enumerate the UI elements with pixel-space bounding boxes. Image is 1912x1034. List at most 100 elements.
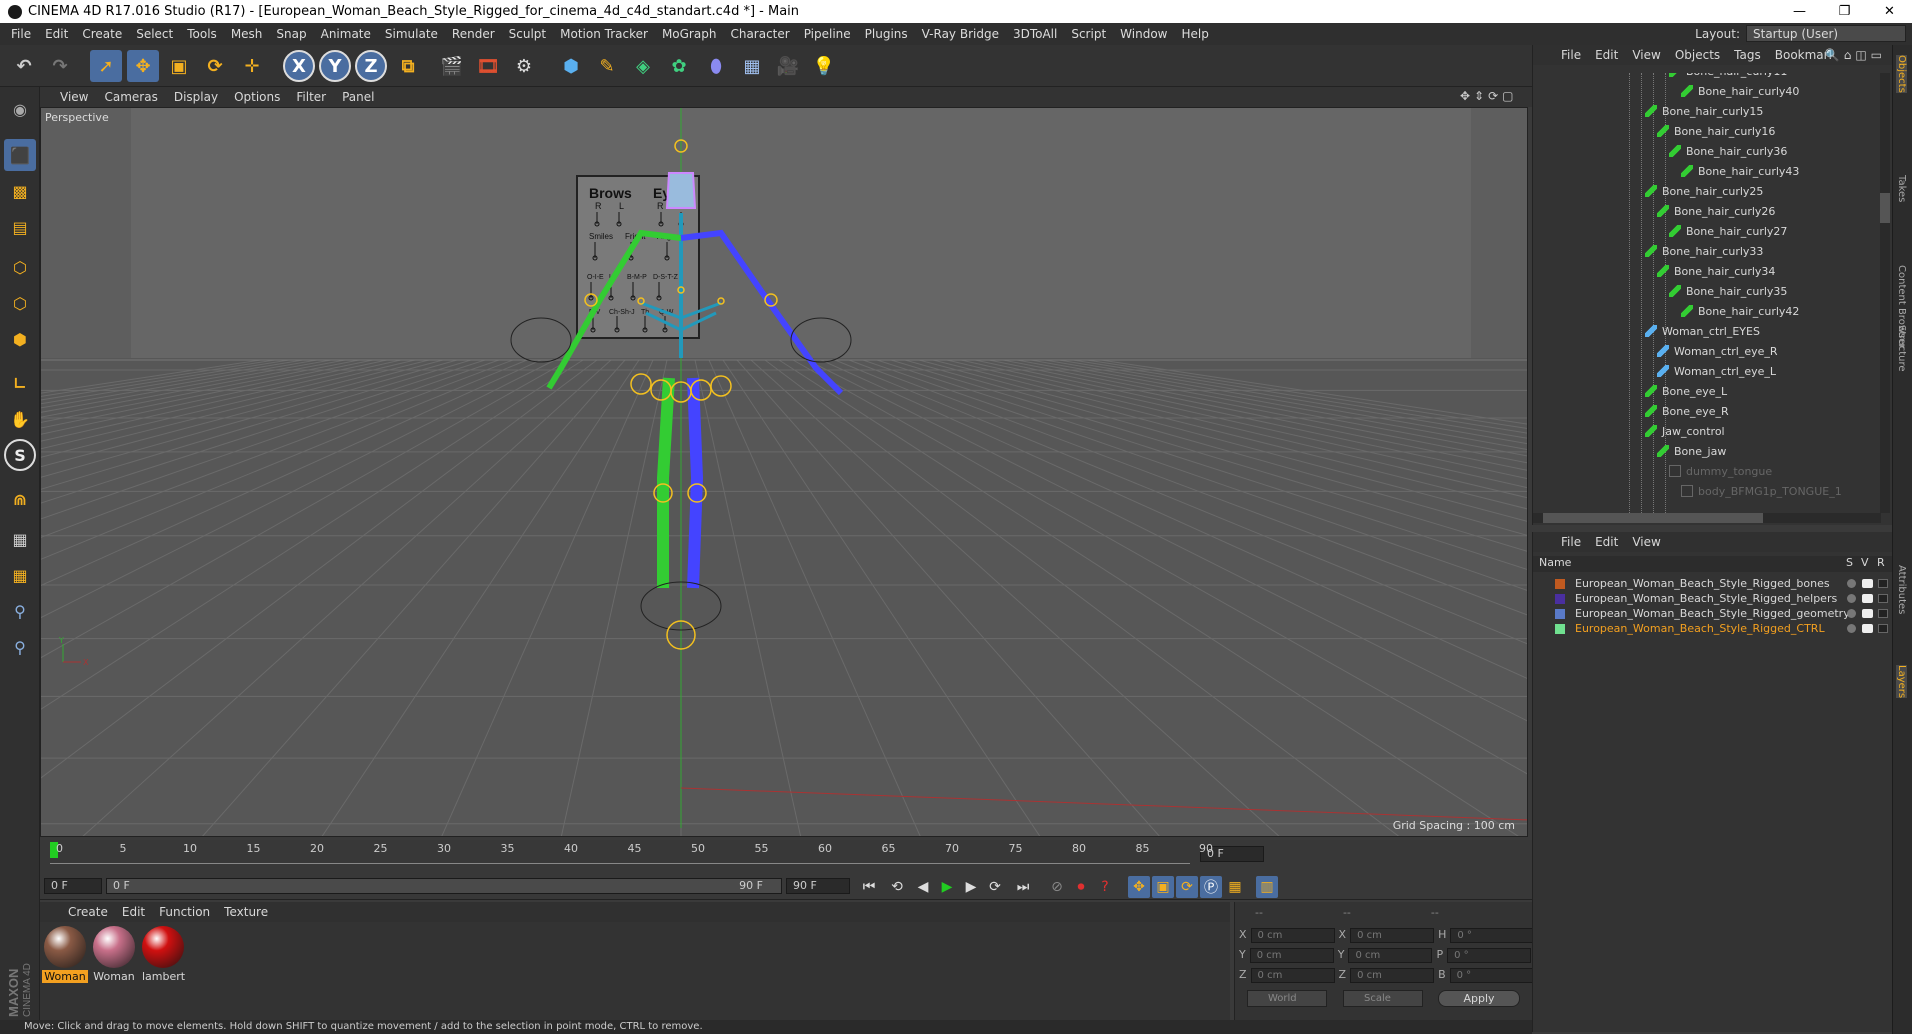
- menu-script[interactable]: Script: [1064, 27, 1113, 41]
- object-menu-view[interactable]: View: [1632, 48, 1660, 62]
- layer-solo-dot[interactable]: [1847, 624, 1856, 633]
- play-icon[interactable]: ▶: [936, 876, 958, 898]
- side-tab-takes[interactable]: Takes: [1896, 175, 1907, 202]
- position-field[interactable]: 0 cm: [1249, 948, 1334, 963]
- key-rotation-icon[interactable]: ⟳: [1176, 876, 1198, 898]
- y-axis-lock[interactable]: Y: [319, 50, 351, 82]
- key-pla-icon[interactable]: ▦: [1224, 876, 1246, 898]
- object-menu-file[interactable]: File: [1561, 48, 1581, 62]
- viewport-menu-panel[interactable]: Panel: [342, 90, 374, 104]
- axis-mode-icon[interactable]: ∟: [4, 367, 36, 399]
- layer-color-swatch[interactable]: [1555, 608, 1565, 619]
- side-tab-attributes[interactable]: Attributes: [1896, 565, 1907, 614]
- object-menu-tags[interactable]: Tags: [1734, 48, 1761, 62]
- menu-mograph[interactable]: MoGraph: [655, 27, 724, 41]
- size-field[interactable]: 0 cm: [1350, 968, 1435, 983]
- deformer-icon[interactable]: ⬮: [700, 50, 732, 82]
- cloner-icon[interactable]: ✿: [663, 50, 695, 82]
- layer-menu-view[interactable]: View: [1632, 535, 1660, 549]
- layer-menu-file[interactable]: File: [1561, 535, 1581, 549]
- layer-solo-dot[interactable]: [1847, 579, 1856, 588]
- object-tree-item[interactable]: Bone_eye_R: [1645, 401, 1729, 421]
- go-to-start-icon[interactable]: ⏮: [858, 876, 880, 898]
- viewport-menu-cameras[interactable]: Cameras: [104, 90, 157, 104]
- rotation-field[interactable]: 0 °: [1447, 948, 1532, 963]
- z-axis-lock[interactable]: Z: [355, 50, 387, 82]
- rotate-icon[interactable]: ⟳: [199, 50, 231, 82]
- pen-spline-icon[interactable]: ✎: [591, 50, 623, 82]
- object-tree-item[interactable]: Bone_hair_curly36: [1669, 141, 1787, 161]
- timeline-ruler[interactable]: 0 F 0 5 10 15 20 25 30 35 40 45 50 55 60 65 70 75 80 85 90: [40, 840, 1532, 872]
- autokey-icon[interactable]: ⏺: [1070, 876, 1092, 898]
- python-script-icon[interactable]: ⚲: [4, 631, 36, 663]
- viewport-menu-options[interactable]: Options: [234, 90, 280, 104]
- layer-row[interactable]: European_Woman_Beach_Style_Rigged_bones: [1537, 576, 1888, 591]
- menu-select[interactable]: Select: [129, 27, 180, 41]
- layer-render-icon[interactable]: [1878, 579, 1888, 588]
- key-position-icon[interactable]: ✥: [1128, 876, 1150, 898]
- layout-dropdown[interactable]: Startup (User): [1746, 25, 1906, 42]
- light-icon[interactable]: 💡: [808, 50, 840, 82]
- menu-window[interactable]: Window: [1113, 27, 1174, 41]
- next-frame-icon[interactable]: ▶: [960, 876, 982, 898]
- layer-visible-eye-icon[interactable]: [1862, 579, 1873, 588]
- layer-menu-edit[interactable]: Edit: [1595, 535, 1618, 549]
- object-tree-item[interactable]: Bone_hair_curly15: [1645, 101, 1763, 121]
- frame-range-slider[interactable]: 0 F 90 F: [106, 878, 782, 894]
- object-tree-hscrollbar[interactable]: [1533, 513, 1881, 523]
- apply-button[interactable]: Apply: [1438, 990, 1520, 1007]
- menu-render[interactable]: Render: [445, 27, 502, 41]
- layer-row[interactable]: European_Woman_Beach_Style_Rigged_geomet…: [1537, 606, 1888, 621]
- object-tree-item[interactable]: Bone_hair_curly33: [1645, 241, 1763, 261]
- position-field[interactable]: 0 cm: [1250, 968, 1335, 983]
- layer-row[interactable]: European_Woman_Beach_Style_Rigged_CTRL: [1537, 621, 1888, 636]
- menu-animate[interactable]: Animate: [314, 27, 378, 41]
- minimize-button[interactable]: —: [1777, 0, 1822, 23]
- make-editable-icon[interactable]: ◉: [4, 93, 36, 125]
- key-scale-icon[interactable]: ▣: [1152, 876, 1174, 898]
- size-mode-dropdown[interactable]: Scale: [1343, 990, 1423, 1007]
- size-field[interactable]: 0 cm: [1348, 948, 1433, 963]
- workplane-icon[interactable]: ▤: [4, 211, 36, 243]
- move-icon[interactable]: ✥: [127, 50, 159, 82]
- menu-plugins[interactable]: Plugins: [858, 27, 915, 41]
- polygons-mode-icon[interactable]: ⬢: [4, 323, 36, 355]
- material-menu-create[interactable]: Create: [68, 905, 108, 919]
- start-frame-field[interactable]: 0 F: [44, 878, 102, 894]
- render-view-icon[interactable]: 🎬: [436, 50, 468, 82]
- object-tree-item[interactable]: Bone_hair_curly40: [1681, 81, 1799, 101]
- undo-icon[interactable]: ↶: [8, 50, 40, 82]
- material-swatch[interactable]: Woman: [42, 926, 88, 983]
- position-field[interactable]: 0 cm: [1250, 928, 1335, 943]
- maximize-button[interactable]: ❐: [1822, 0, 1867, 23]
- cube-icon[interactable]: ⬢: [555, 50, 587, 82]
- render-picture-viewer-icon[interactable]: 🎞: [472, 50, 504, 82]
- layer-render-icon[interactable]: [1878, 594, 1888, 603]
- object-tree-item[interactable]: Bone_hair_curly42: [1681, 301, 1799, 321]
- layer-color-swatch[interactable]: [1555, 623, 1565, 634]
- menu-help[interactable]: Help: [1174, 27, 1215, 41]
- object-tree-item[interactable]: body_BFMG1p_TONGUE_1: [1681, 481, 1842, 501]
- object-tree-item[interactable]: Jaw_control: [1645, 421, 1725, 441]
- viewport-menu-display[interactable]: Display: [174, 90, 218, 104]
- previous-key-icon[interactable]: ⟲: [886, 876, 908, 898]
- material-menu-texture[interactable]: Texture: [224, 905, 268, 919]
- layer-visible-eye-icon[interactable]: [1862, 624, 1873, 633]
- layer-color-swatch[interactable]: [1555, 578, 1565, 589]
- object-tree-item[interactable]: Woman_ctrl_eye_R: [1657, 341, 1778, 361]
- object-tree-item[interactable]: Woman_ctrl_EYES: [1645, 321, 1760, 341]
- object-tree-item[interactable]: Bone_hair_curly25: [1645, 181, 1763, 201]
- object-tree-scrollbar[interactable]: [1880, 73, 1890, 513]
- record-keys-icon[interactable]: ⊘: [1046, 876, 1068, 898]
- object-tree-item[interactable]: Bone_hair_curly35: [1669, 281, 1787, 301]
- grid-snap-icon[interactable]: ▦: [4, 523, 36, 555]
- menu-snap[interactable]: Snap: [269, 27, 313, 41]
- end-frame-field[interactable]: 90 F: [786, 878, 850, 894]
- object-tree-item[interactable]: Bone_jaw: [1657, 441, 1726, 461]
- key-parameter-icon[interactable]: Ⓟ: [1200, 876, 1222, 898]
- menu-character[interactable]: Character: [723, 27, 796, 41]
- edges-mode-icon[interactable]: ⬡: [4, 287, 36, 319]
- object-tree-item[interactable]: Bone_hair_curly11: [1669, 73, 1787, 81]
- uv-snap-icon[interactable]: ▦: [4, 559, 36, 591]
- model-mode-icon[interactable]: ⬛: [4, 139, 36, 171]
